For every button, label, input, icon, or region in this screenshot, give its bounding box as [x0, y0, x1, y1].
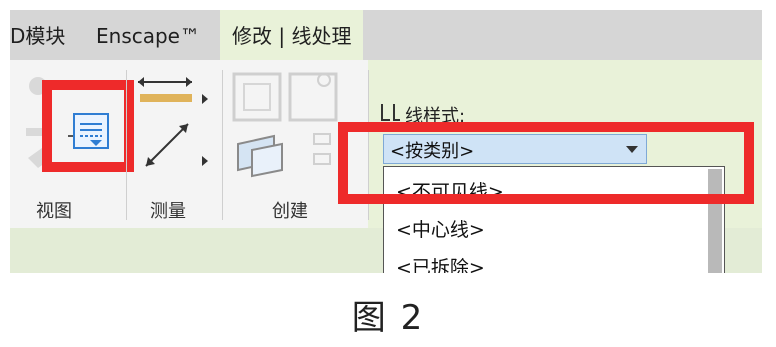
- tab-module[interactable]: D模块: [10, 10, 65, 60]
- view-tool-highlight: [42, 80, 134, 172]
- group-label-measure: 测量: [150, 201, 186, 222]
- dropdown-item[interactable]: <中心线>: [396, 215, 485, 242]
- dropdown-item[interactable]: <已拆除>: [396, 253, 485, 273]
- group-separator: [222, 70, 223, 220]
- tab-modify-linework[interactable]: 修改 | 线处理: [220, 10, 364, 60]
- measure-icon[interactable]: [132, 70, 228, 182]
- ribbon-tab-bar: D模块 Enscape™ 修改 | 线处理: [10, 10, 762, 60]
- figure-caption: 图 2: [351, 298, 425, 338]
- group-label-create: 创建: [272, 201, 308, 222]
- revit-ribbon-window: D模块 Enscape™ 修改 | 线处理 视图 测量 创建 线样式: <按类别…: [10, 10, 762, 273]
- tab-enscape[interactable]: Enscape™: [96, 10, 200, 60]
- group-separator: [126, 70, 127, 220]
- group-label-view: 视图: [36, 201, 72, 222]
- line-style-highlight: [338, 122, 754, 204]
